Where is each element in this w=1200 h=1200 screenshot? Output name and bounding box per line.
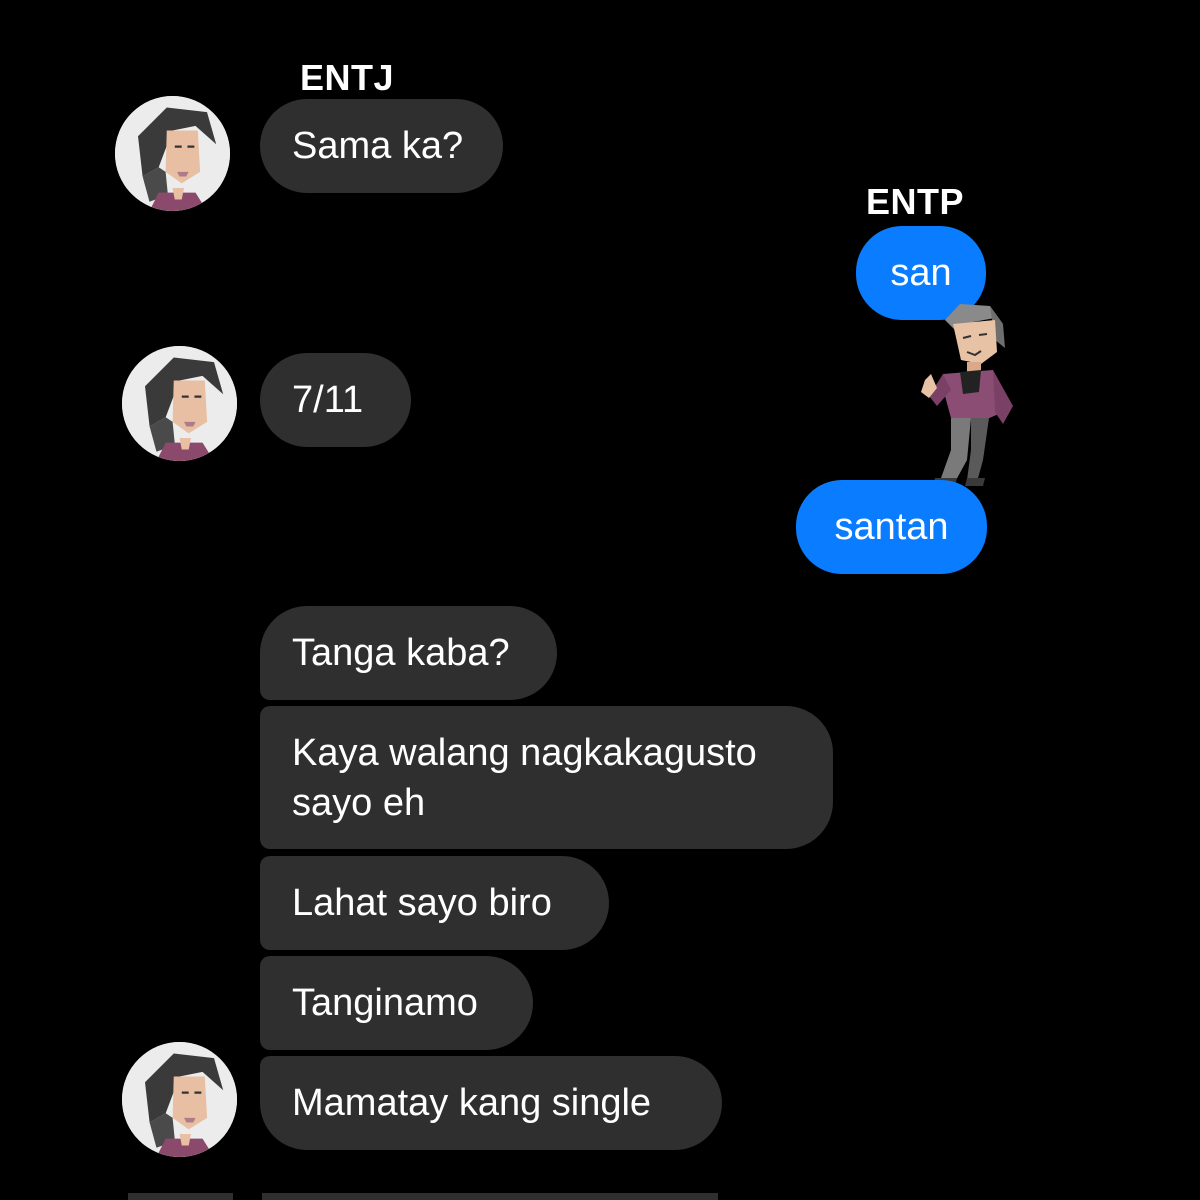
message-text: Tanginamo [292, 982, 478, 1024]
message-bubble-lahat-sayo-biro[interactable]: Lahat sayo biro [260, 856, 609, 950]
message-bubble-santan[interactable]: santan [796, 480, 987, 574]
entj-avatar-icon[interactable] [115, 96, 230, 211]
message-bubble-tanginamo[interactable]: Tanginamo [260, 956, 533, 1050]
message-text: san [890, 252, 952, 294]
message-text: Sama ka? [292, 125, 464, 167]
message-text: Mamatay kang single [292, 1082, 652, 1124]
cutoff-avatar-edge [128, 1193, 233, 1200]
entj-avatar-icon[interactable] [122, 346, 237, 461]
message-text: Kaya walang nagkakagusto sayo eh [292, 731, 757, 824]
entj-avatar-icon[interactable] [122, 1042, 237, 1157]
message-bubble-kaya-walang[interactable]: Kaya walang nagkakagusto sayo eh [260, 706, 833, 849]
message-text: Lahat sayo biro [292, 882, 552, 924]
message-bubble-sama-ka[interactable]: Sama ka? [260, 99, 503, 193]
message-bubble-mamatay-kang-single[interactable]: Mamatay kang single [260, 1056, 722, 1150]
message-text: Tanga kaba? [292, 632, 510, 674]
entp-label: ENTP [866, 181, 965, 222]
message-text: 7/11 [292, 379, 364, 421]
message-bubble-7-11[interactable]: 7/11 [260, 353, 411, 447]
entp-character-sticker [915, 300, 1020, 490]
message-text: santan [834, 506, 949, 548]
message-bubble-tanga-kaba[interactable]: Tanga kaba? [260, 606, 557, 700]
entj-label: ENTJ [300, 57, 395, 98]
cutoff-bubble-edge [262, 1193, 718, 1200]
